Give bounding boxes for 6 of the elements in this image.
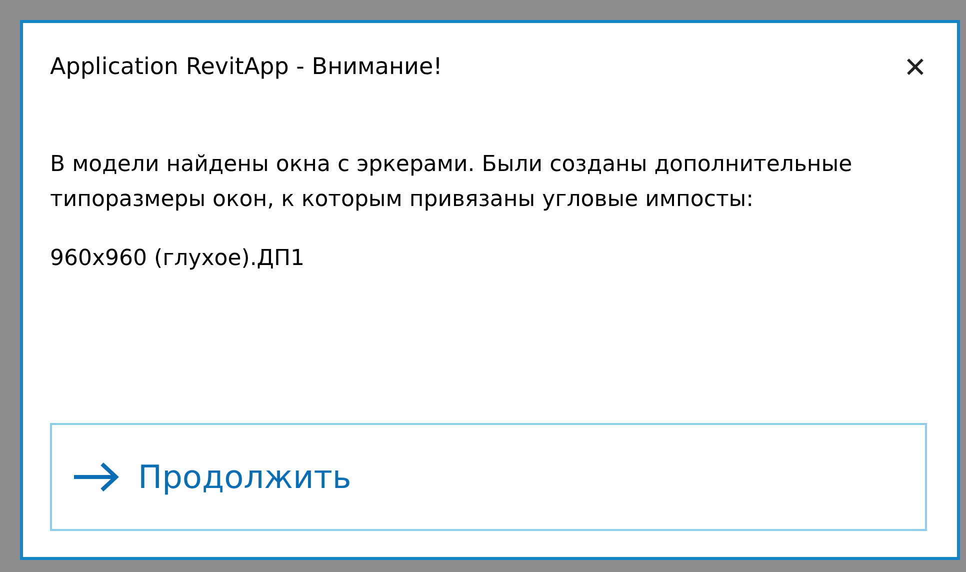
close-button[interactable]: ✕	[894, 50, 927, 84]
message-text: 960x960 (глухое).ДП1	[50, 245, 306, 273]
message-text: В модели найдены окна с эркерами. Были созданы дополнительные типоразмеры окон, к которым привязаны угловые импосты:	[50, 151, 854, 214]
arrow-icon	[72, 461, 120, 493]
window-title: Application RevitApp - Внимание!	[50, 54, 442, 80]
continue-button[interactable]: Продолжить	[50, 423, 927, 531]
